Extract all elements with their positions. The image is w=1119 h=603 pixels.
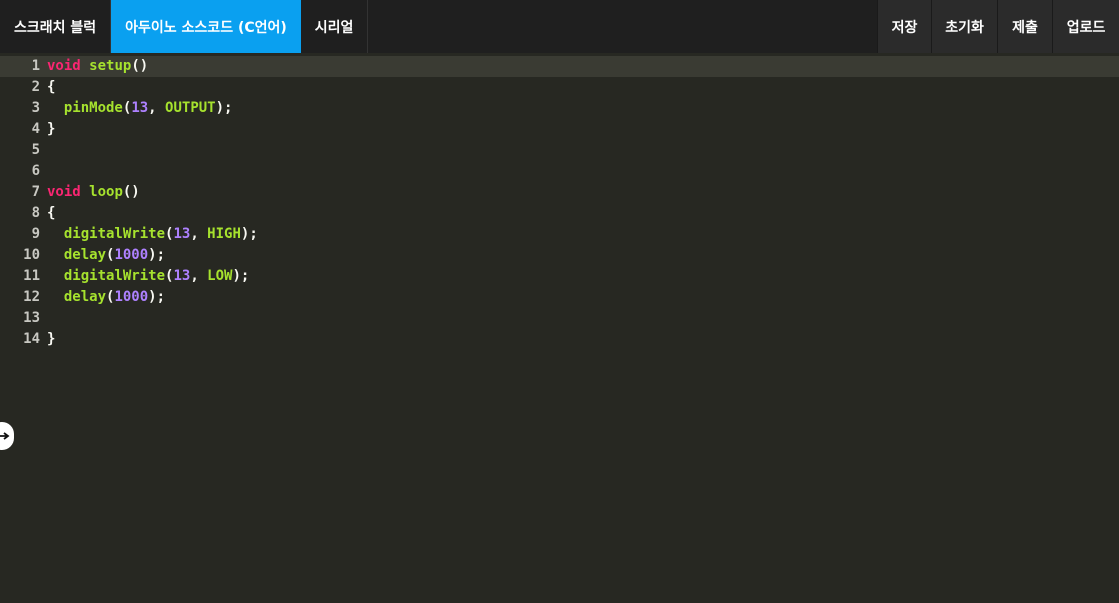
line-number: 7 xyxy=(31,184,40,200)
tab-serial[interactable]: 시리얼 xyxy=(301,0,369,53)
line-number: 4 xyxy=(31,121,40,137)
code-token: pinMode xyxy=(63,100,123,116)
line-number: 13 xyxy=(23,310,40,326)
code-editor[interactable]: 1 void setup() 2{3 pinMode(13, OUTPUT); 4} 5… xyxy=(0,56,1119,603)
code-line[interactable]: 13 xyxy=(0,308,1119,329)
line-number: 11 xyxy=(23,268,40,284)
upload-button[interactable]: 업로드 xyxy=(1052,0,1119,53)
top-toolbar: 스크래치 블럭 아두이노 소스코드 (C언어) 시리얼 저장 초기화 제출 업로… xyxy=(0,0,1119,53)
code-text: digitalWrite(13, LOW); xyxy=(47,266,249,287)
code-token: 13 xyxy=(131,100,149,116)
code-token: ); xyxy=(232,268,250,284)
line-number: 8 xyxy=(31,205,40,221)
code-text: pinMode(13, OUTPUT); xyxy=(47,98,233,119)
code-token: 1000 xyxy=(114,247,149,263)
line-number: 10 xyxy=(23,247,40,263)
code-token: digitalWrite xyxy=(63,226,166,242)
line-number: 14 xyxy=(23,331,40,347)
code-line[interactable]: 9 digitalWrite(13, HIGH); xyxy=(0,224,1119,245)
code-line[interactable]: 14} xyxy=(0,329,1119,350)
code-token: () xyxy=(122,184,140,200)
code-token: 13 xyxy=(173,226,191,242)
code-token: ); xyxy=(215,100,233,116)
code-token: ); xyxy=(148,289,166,305)
code-line[interactable]: 5 xyxy=(0,140,1119,161)
code-token: delay xyxy=(63,289,107,305)
code-token: ); xyxy=(240,226,258,242)
code-token: , xyxy=(190,226,208,242)
code-line[interactable]: 6 xyxy=(0,161,1119,182)
code-token: 1000 xyxy=(114,289,149,305)
code-token: ); xyxy=(148,247,166,263)
code-token: setup xyxy=(89,58,132,74)
code-text: void loop() xyxy=(47,182,140,203)
code-text: } xyxy=(47,329,55,350)
arrow-right-icon xyxy=(0,432,10,440)
code-text: { xyxy=(47,203,55,224)
code-token: } xyxy=(47,121,56,137)
line-number: 2 xyxy=(31,79,40,95)
code-line[interactable]: 2{ xyxy=(0,77,1119,98)
code-token: delay xyxy=(63,247,107,263)
code-line[interactable]: 11 digitalWrite(13, LOW); xyxy=(0,266,1119,287)
tab-bar: 스크래치 블럭 아두이노 소스코드 (C언어) 시리얼 xyxy=(0,0,369,53)
code-text: delay(1000); xyxy=(47,287,165,308)
code-token: } xyxy=(47,331,56,347)
action-bar: 저장 초기화 제출 업로드 xyxy=(877,0,1119,53)
tab-scratch-blocks[interactable]: 스크래치 블럭 xyxy=(0,0,112,53)
code-line[interactable]: 10 delay(1000); xyxy=(0,245,1119,266)
line-number: 12 xyxy=(23,289,40,305)
code-line[interactable]: 8{ xyxy=(0,203,1119,224)
code-line[interactable]: 4} xyxy=(0,119,1119,140)
code-token: LOW xyxy=(207,268,233,284)
code-token: { xyxy=(47,79,56,95)
code-token: , xyxy=(190,268,208,284)
code-token: digitalWrite xyxy=(63,268,166,284)
code-text: delay(1000); xyxy=(47,245,165,266)
code-text: digitalWrite(13, HIGH); xyxy=(47,224,258,245)
line-number: 1 xyxy=(31,58,40,74)
code-token: loop xyxy=(89,184,123,200)
tab-arduino-source[interactable]: 아두이노 소스코드 (C언어) xyxy=(111,0,301,53)
reset-button[interactable]: 초기화 xyxy=(931,0,997,53)
code-text: void setup() xyxy=(47,56,148,77)
code-token: , xyxy=(148,100,166,116)
save-button[interactable]: 저장 xyxy=(877,0,931,53)
code-token: OUTPUT xyxy=(165,100,216,116)
code-token: 13 xyxy=(173,268,191,284)
code-token: void xyxy=(47,58,81,74)
submit-button[interactable]: 제출 xyxy=(997,0,1052,53)
code-line[interactable]: 12 delay(1000); xyxy=(0,287,1119,308)
code-token: () xyxy=(131,58,149,74)
code-text: } xyxy=(47,119,55,140)
code-line[interactable]: 1 void setup() xyxy=(0,56,1119,77)
line-number: 5 xyxy=(31,142,40,158)
code-token: { xyxy=(47,205,56,221)
line-number: 3 xyxy=(31,100,40,116)
code-line[interactable]: 7 void loop() xyxy=(0,182,1119,203)
code-text: { xyxy=(47,77,55,98)
line-number: 9 xyxy=(31,226,40,242)
line-number: 6 xyxy=(31,163,40,179)
code-token: void xyxy=(47,184,81,200)
code-token: HIGH xyxy=(207,226,241,242)
code-line[interactable]: 3 pinMode(13, OUTPUT); xyxy=(0,98,1119,119)
